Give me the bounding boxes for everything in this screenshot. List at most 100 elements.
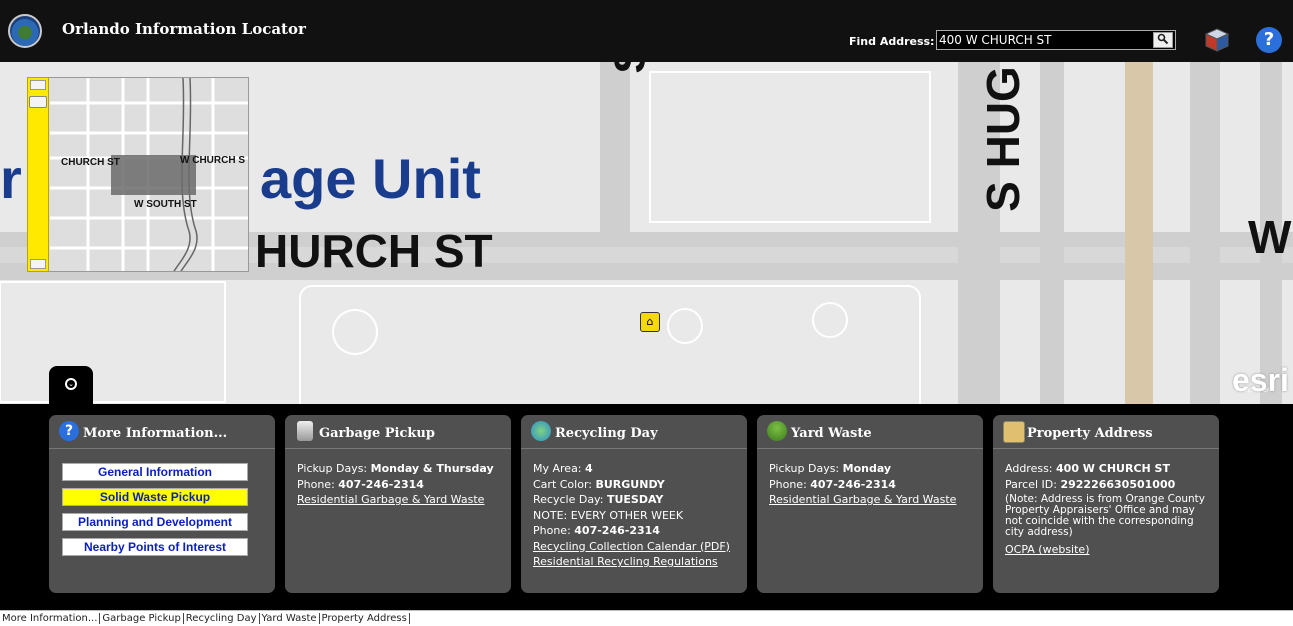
city-seal-logo (8, 14, 42, 48)
pickup-days-label: Pickup Days: (297, 462, 371, 475)
ocpa-website-link[interactable]: OCPA (website) (1005, 542, 1211, 558)
phone-value: 407-246-2314 (338, 477, 424, 491)
yard-waste-card: Yard Waste Pickup Days: Monday Phone: 40… (757, 415, 983, 593)
phone-line: Phone: 407-246-2314 (297, 477, 503, 493)
recycling-calendar-link[interactable]: Recycling Collection Calendar (PDF) (533, 539, 739, 555)
zoom-slider[interactable] (27, 77, 49, 272)
panel-toggle-button[interactable]: ⌄ (49, 366, 93, 404)
my-area-value: 4 (585, 462, 593, 475)
my-area-label: My Area: (533, 462, 586, 475)
footer-tab-recycling-day[interactable]: Recycling Day (183, 613, 260, 624)
recycling-regulations-link[interactable]: Residential Recycling Regulations (533, 554, 739, 570)
pickup-days-value: Monday & Thursday (370, 462, 494, 475)
address-value: 400 W CHURCH ST (1056, 462, 1170, 475)
residential-garbage-yard-link[interactable]: Residential Garbage & Yard Waste (769, 492, 975, 508)
chevron-down-icon: ⌄ (65, 378, 77, 390)
card-divider (521, 448, 747, 449)
more-information-buttons: General Information Solid Waste Pickup P… (62, 463, 248, 563)
my-area-line: My Area: 4 (533, 461, 739, 477)
planning-and-development-button[interactable]: Planning and Development (62, 513, 248, 531)
property-address-card: Property Address Address: 400 W CHURCH S… (993, 415, 1219, 593)
map-label-unit-prefix: r (0, 147, 22, 210)
phone-label: Phone: (769, 477, 811, 491)
zoom-out-button[interactable] (30, 259, 46, 269)
pickup-days-label: Pickup Days: (769, 462, 843, 475)
recycling-note: NOTE: EVERY OTHER WEEK (533, 508, 684, 522)
property-map-icon (1003, 421, 1025, 443)
more-information-card: ? More Information... General Informatio… (49, 415, 275, 593)
recycle-day-label: Recycle Day: (533, 493, 607, 506)
map-label-s: S (606, 62, 656, 74)
overview-map[interactable]: CHURCH ST W CHURCH S W SOUTH ST (27, 77, 249, 272)
help-icon[interactable]: ? (1256, 27, 1282, 53)
help-icon: ? (59, 421, 79, 441)
recycle-globe-icon (531, 421, 551, 441)
garbage-pickup-details: Pickup Days: Monday & Thursday Phone: 40… (297, 461, 503, 508)
residential-garbage-link[interactable]: Residential Garbage & Yard Waste (297, 492, 503, 508)
card-divider (757, 448, 983, 449)
card-divider (993, 448, 1219, 449)
card-title-property-address: Property Address (1027, 426, 1153, 441)
footer-tab-more-information[interactable]: More Information... (0, 613, 101, 624)
recycle-day-line: Recycle Day: TUESDAY (533, 492, 739, 508)
cart-color-label: Cart Color: (533, 477, 596, 491)
pickup-days-value: Monday (842, 462, 892, 475)
yard-waste-details: Pickup Days: Monday Phone: 407-246-2314 … (769, 461, 975, 508)
overview-label-church-st: CHURCH ST (61, 157, 120, 168)
card-title-yard-waste: Yard Waste (791, 426, 872, 441)
3d-cube-icon[interactable] (1204, 27, 1230, 53)
find-address-label: Find Address: (849, 35, 935, 48)
property-note: (Note: Address is from Orange County Pro… (1005, 493, 1206, 538)
parcel-label: Parcel ID: (1005, 477, 1061, 491)
card-title-more-information: More Information... (83, 426, 228, 441)
find-address-input[interactable] (936, 30, 1176, 50)
map-label-w: W (1248, 211, 1292, 263)
map-label-street: HURCH ST (255, 225, 493, 277)
card-divider (49, 448, 275, 449)
footer-tab-bar: More Information... Garbage Pickup Recycli… (0, 610, 1293, 626)
search-icon (1157, 33, 1169, 45)
general-information-button[interactable]: General Information (62, 463, 248, 481)
map-label-s-hughey: S HUG (976, 66, 1029, 212)
phone-line: Phone: 407-246-2314 (533, 523, 739, 539)
address-label: Address: (1005, 462, 1057, 475)
card-divider (285, 448, 511, 449)
recycling-details: My Area: 4 Cart Color: BURGUNDY Recycle … (533, 461, 739, 570)
esri-logo: esri (1232, 362, 1289, 398)
footer-tab-property-address[interactable]: Property Address (319, 613, 410, 624)
overview-label-w-south: W SOUTH ST (134, 199, 197, 210)
zoom-slider-handle[interactable] (29, 96, 47, 108)
address-line: Address: 400 W CHURCH ST (1005, 461, 1211, 477)
card-title-garbage-pickup: Garbage Pickup (319, 426, 435, 441)
overview-label-w-church: W CHURCH S (180, 155, 245, 166)
footer-tab-yard-waste[interactable]: Yard Waste (259, 613, 320, 624)
parcel-line: Parcel ID: 292226630501000 (1005, 477, 1211, 493)
cart-color-line: Cart Color: BURGUNDY (533, 477, 739, 493)
app-header: Orlando Information Locator Find Address… (0, 0, 1293, 62)
recycling-day-card: Recycling Day My Area: 4 Cart Color: BUR… (521, 415, 747, 593)
cart-color-value: BURGUNDY (595, 477, 665, 491)
phone-value: 407-246-2314 (810, 477, 896, 491)
card-title-recycling-day: Recycling Day (555, 426, 658, 441)
overview-streets (28, 78, 248, 271)
pickup-days-line: Pickup Days: Monday & Thursday (297, 461, 503, 477)
solid-waste-pickup-button[interactable]: Solid Waste Pickup (62, 488, 248, 506)
trash-can-icon (297, 421, 313, 441)
footer-tab-garbage-pickup[interactable]: Garbage Pickup (100, 613, 184, 624)
recycle-day-value: TUESDAY (606, 493, 664, 506)
phone-line: Phone: 407-246-2314 (769, 477, 975, 493)
phone-label: Phone: (297, 477, 339, 491)
garbage-pickup-card: Garbage Pickup Pickup Days: Monday & Thu… (285, 415, 511, 593)
app-title: Orlando Information Locator (62, 20, 306, 38)
parcel-value: 292226630501000 (1060, 477, 1176, 491)
nearby-points-of-interest-button[interactable]: Nearby Points of Interest (62, 538, 248, 556)
property-details: Address: 400 W CHURCH ST Parcel ID: 2922… (1005, 461, 1211, 558)
home-marker-icon[interactable]: ⌂ (640, 312, 660, 332)
search-button[interactable] (1153, 32, 1173, 48)
yard-waste-bin-icon (767, 421, 787, 441)
pickup-days-line: Pickup Days: Monday (769, 461, 975, 477)
map-label-unit: age Unit (260, 147, 481, 210)
phone-label: Phone: (533, 524, 575, 537)
phone-value: 407-246-2314 (574, 524, 660, 537)
zoom-in-button[interactable] (30, 80, 46, 90)
